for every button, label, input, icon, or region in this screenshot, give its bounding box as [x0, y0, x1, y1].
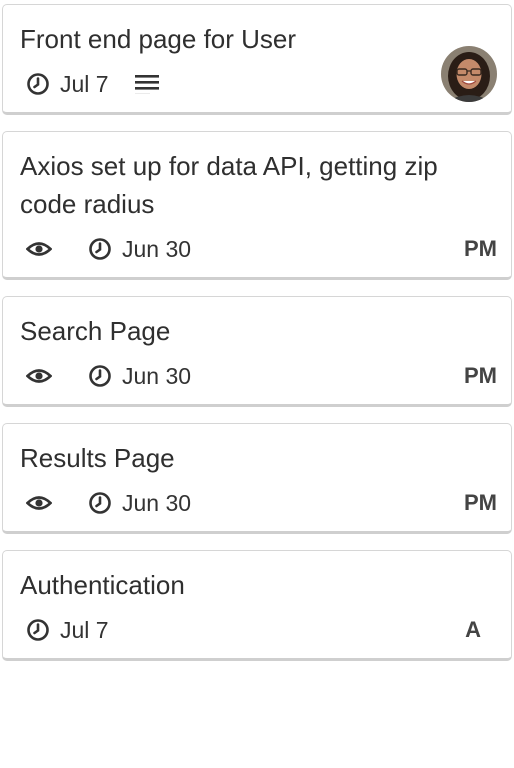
due-date-text: Jun 30	[122, 490, 192, 516]
member-initials[interactable]: A	[465, 616, 481, 644]
due-date-badge: Jun 30	[88, 362, 191, 390]
due-date-badge: Jul 7	[26, 616, 109, 644]
description-icon	[134, 74, 159, 94]
clock-icon	[26, 618, 50, 642]
watch-badge	[26, 367, 62, 385]
member-initials[interactable]: PM	[464, 235, 497, 263]
card-title: Front end page for User	[20, 24, 297, 54]
eye-icon	[26, 240, 52, 258]
card-badges: Jun 30	[20, 360, 495, 392]
due-date-text: Jun 30	[122, 363, 192, 389]
due-date-badge: Jun 30	[88, 489, 191, 517]
card-badges: Jul 7	[20, 68, 495, 100]
due-date-text: Jul 7	[60, 617, 109, 643]
clock-icon	[88, 491, 112, 515]
eye-icon	[26, 367, 52, 385]
clock-icon	[26, 72, 50, 96]
card[interactable]: Front end page for User Jul 7	[2, 4, 512, 115]
card-title: Authentication	[20, 570, 185, 600]
card-list: Front end page for User Jul 7 Axios set …	[0, 0, 514, 768]
due-date-badge: Jun 30	[88, 235, 191, 263]
description-badge	[134, 74, 169, 94]
due-date-badge: Jul 7	[26, 70, 109, 98]
card-badges: Jun 30	[20, 487, 495, 519]
card-title: Axios set up for data API, getting zip c…	[20, 151, 438, 219]
card-title: Results Page	[20, 443, 175, 473]
card[interactable]: Authentication Jul 7 A	[2, 550, 512, 661]
card[interactable]: Axios set up for data API, getting zip c…	[2, 131, 512, 280]
card[interactable]: Results Page Jun 30 PM	[2, 423, 512, 534]
due-date-text: Jun 30	[122, 236, 192, 262]
card-badges: Jun 30	[20, 233, 495, 265]
clock-icon	[88, 364, 112, 388]
watch-badge	[26, 494, 62, 512]
member-initials[interactable]: PM	[464, 489, 497, 517]
due-date-text: Jul 7	[60, 71, 109, 97]
card-badges: Jul 7	[20, 614, 495, 646]
eye-icon	[26, 494, 52, 512]
card[interactable]: Search Page Jun 30 PM	[2, 296, 512, 407]
avatar[interactable]	[441, 46, 497, 102]
member-initials[interactable]: PM	[464, 362, 497, 390]
clock-icon	[88, 237, 112, 261]
card-title: Search Page	[20, 316, 171, 346]
watch-badge	[26, 240, 62, 258]
